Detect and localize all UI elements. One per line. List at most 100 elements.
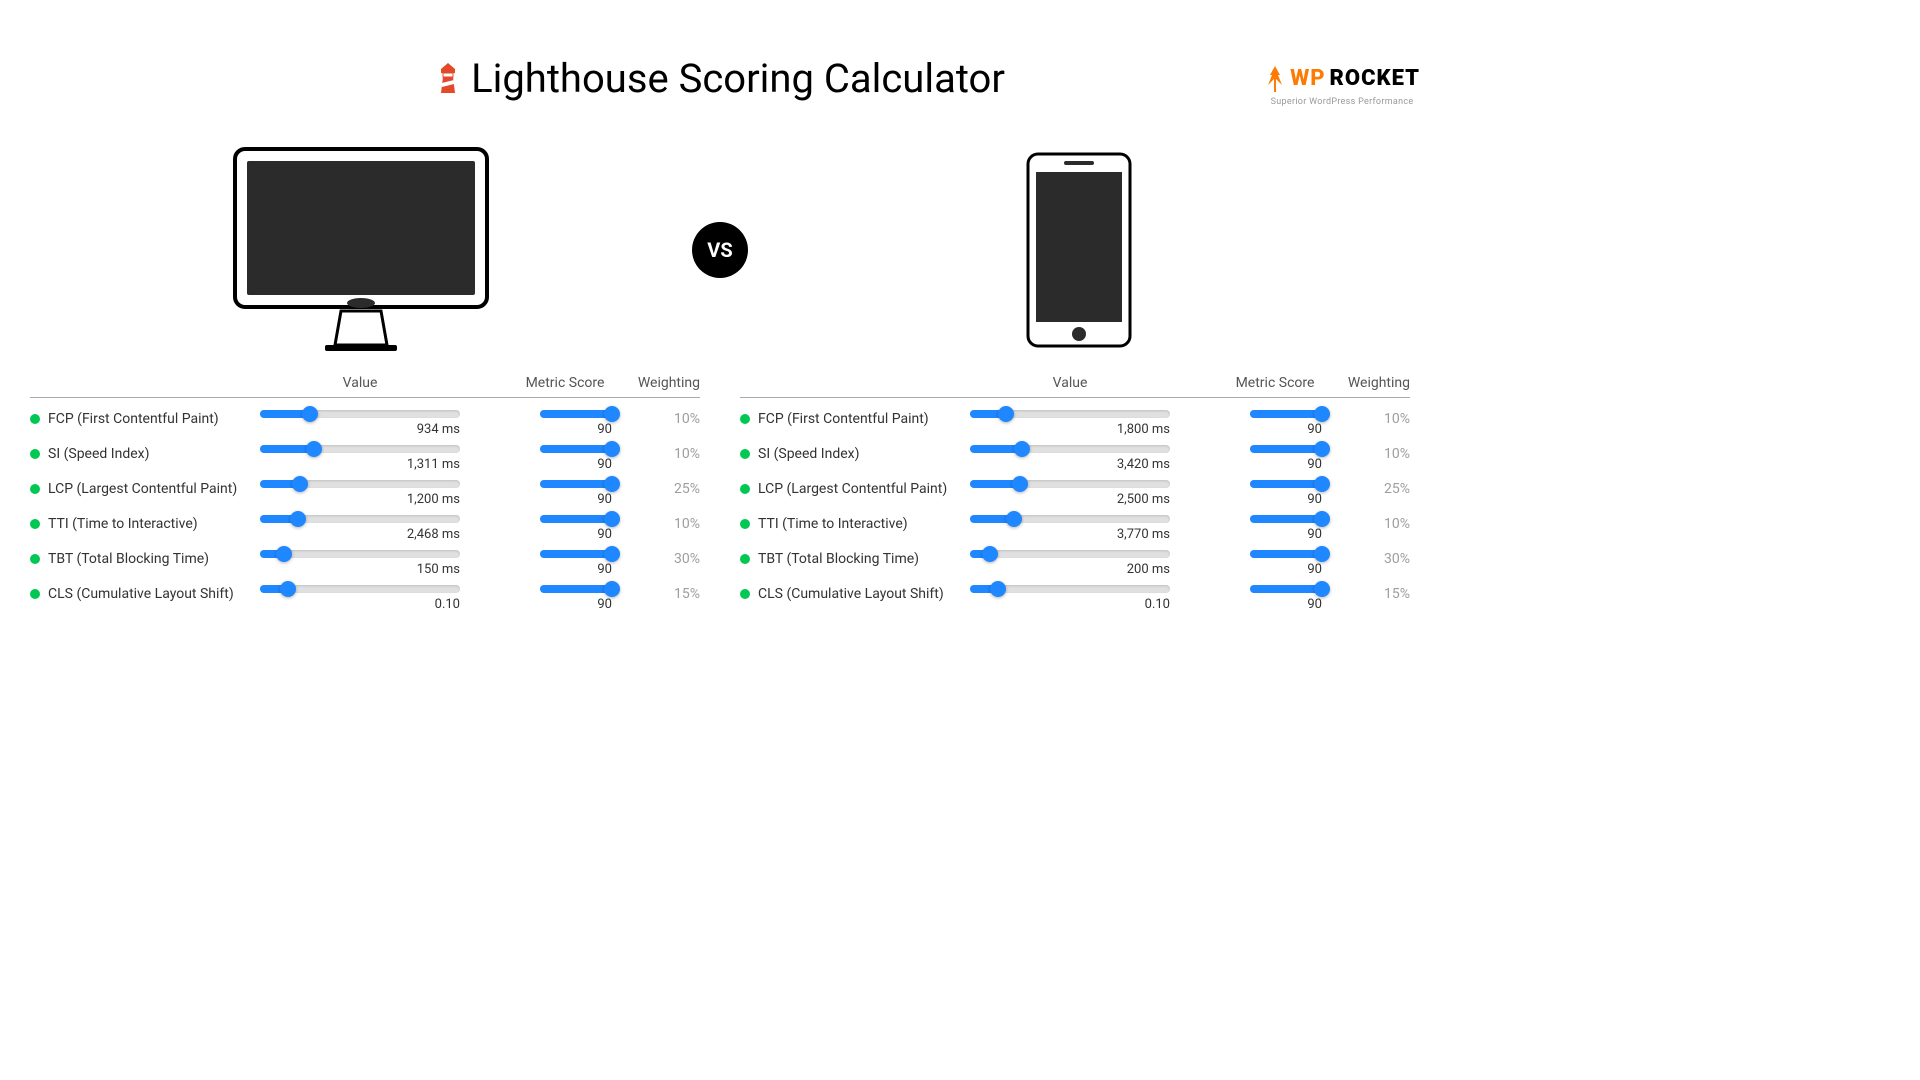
status-dot <box>740 519 750 529</box>
value-slider[interactable] <box>260 585 460 593</box>
metric-name: SI (Speed Index) <box>48 445 260 462</box>
metric-value: 150 ms <box>260 562 460 577</box>
value-slider[interactable] <box>970 445 1170 453</box>
score-slider[interactable] <box>540 585 620 593</box>
metric-weight: 10% <box>1330 445 1410 462</box>
metric-row: TBT (Total Blocking Time)150 ms 9030% <box>30 544 700 579</box>
metric-value: 2,468 ms <box>260 527 460 542</box>
metric-score: 90 <box>510 562 620 577</box>
metric-value: 934 ms <box>260 422 460 437</box>
metric-score: 90 <box>1220 562 1330 577</box>
metric-score: 90 <box>1220 597 1330 612</box>
metric-value: 1,200 ms <box>260 492 460 507</box>
metric-score: 90 <box>510 492 620 507</box>
metric-value: 0.10 <box>970 597 1170 612</box>
value-slider[interactable] <box>260 480 460 488</box>
score-slider[interactable] <box>1250 550 1330 558</box>
header-value: Value <box>260 375 460 391</box>
metric-value: 1,311 ms <box>260 457 460 472</box>
status-dot <box>30 414 40 424</box>
metric-score: 90 <box>510 422 620 437</box>
mobile-panel: Value Metric Score Weighting FCP (First … <box>740 375 1410 614</box>
metric-weight: 10% <box>620 445 700 462</box>
metric-score: 90 <box>1220 492 1330 507</box>
metric-row: SI (Speed Index)1,311 ms 9010% <box>30 439 700 474</box>
status-dot <box>30 589 40 599</box>
vs-badge: VS <box>692 222 748 278</box>
metric-weight: 30% <box>1330 550 1410 567</box>
metric-weight: 15% <box>620 585 700 602</box>
metric-weight: 10% <box>620 410 700 427</box>
value-slider[interactable] <box>970 585 1170 593</box>
score-slider[interactable] <box>540 410 620 418</box>
status-dot <box>740 449 750 459</box>
desktop-panel: Value Metric Score Weighting FCP (First … <box>30 375 700 614</box>
metric-name: LCP (Largest Contentful Paint) <box>48 480 260 497</box>
rocket-icon <box>1264 65 1286 97</box>
score-slider[interactable] <box>540 480 620 488</box>
metric-row: TTI (Time to Interactive)3,770 ms9010% <box>740 509 1410 544</box>
value-slider[interactable] <box>970 410 1170 418</box>
metric-name: TTI (Time to Interactive) <box>758 515 970 532</box>
score-slider[interactable] <box>540 445 620 453</box>
metric-weight: 15% <box>1330 585 1410 602</box>
metric-value: 0.10 <box>260 597 460 612</box>
score-slider[interactable] <box>540 550 620 558</box>
metric-weight: 25% <box>620 480 700 497</box>
score-slider[interactable] <box>540 515 620 523</box>
status-dot <box>30 554 40 564</box>
table-header: Value Metric Score Weighting <box>740 375 1410 397</box>
metric-row: CLS (Cumulative Layout Shift)0.10 9015% <box>30 579 700 614</box>
header-weight: Weighting <box>1330 375 1410 391</box>
metric-score: 90 <box>1220 527 1330 542</box>
header-weight: Weighting <box>620 375 700 391</box>
metric-name: SI (Speed Index) <box>758 445 970 462</box>
value-slider[interactable] <box>260 410 460 418</box>
metric-score: 90 <box>510 457 620 472</box>
metric-row: FCP (First Contentful Paint)1,800 ms9010… <box>740 404 1410 439</box>
metric-row: TTI (Time to Interactive)2,468 ms 9010% <box>30 509 700 544</box>
metric-weight: 10% <box>1330 410 1410 427</box>
status-dot <box>740 554 750 564</box>
metric-name: CLS (Cumulative Layout Shift) <box>48 585 260 602</box>
header-value: Value <box>970 375 1170 391</box>
brand-name: ROCKET <box>1330 66 1420 91</box>
mobile-icon <box>1024 150 1134 350</box>
score-slider[interactable] <box>1250 585 1330 593</box>
header-score: Metric Score <box>1220 375 1330 391</box>
status-dot <box>740 589 750 599</box>
metric-name: TTI (Time to Interactive) <box>48 515 260 532</box>
table-header: Value Metric Score Weighting <box>30 375 700 397</box>
metric-weight: 30% <box>620 550 700 567</box>
header-score: Metric Score <box>510 375 620 391</box>
metric-row: SI (Speed Index)3,420 ms9010% <box>740 439 1410 474</box>
status-dot <box>30 519 40 529</box>
metric-row: LCP (Largest Contentful Paint)2,500 ms 90… <box>740 474 1410 509</box>
score-slider[interactable] <box>1250 410 1330 418</box>
metric-weight: 10% <box>620 515 700 532</box>
value-slider[interactable] <box>260 445 460 453</box>
metric-score: 90 <box>510 527 620 542</box>
metric-name: LCP (Largest Contentful Paint) <box>758 480 970 497</box>
score-slider[interactable] <box>1250 480 1330 488</box>
metric-value: 2,500 ms <box>970 492 1170 507</box>
metric-name: FCP (First Contentful Paint) <box>48 410 260 427</box>
metric-row: CLS (Cumulative Layout Shift)0.10 9015% <box>740 579 1410 614</box>
value-slider[interactable] <box>970 515 1170 523</box>
value-slider[interactable] <box>260 550 460 558</box>
metric-name: TBT (Total Blocking Time) <box>48 550 260 567</box>
metric-value: 1,800 ms <box>970 422 1170 437</box>
metric-name: CLS (Cumulative Layout Shift) <box>758 585 970 602</box>
value-slider[interactable] <box>970 480 1170 488</box>
metric-value: 200 ms <box>970 562 1170 577</box>
score-slider[interactable] <box>1250 445 1330 453</box>
metric-name: FCP (First Contentful Paint) <box>758 410 970 427</box>
status-dot <box>30 484 40 494</box>
metric-value: 3,420 ms <box>970 457 1170 472</box>
status-dot <box>30 449 40 459</box>
metric-score: 90 <box>510 597 620 612</box>
value-slider[interactable] <box>260 515 460 523</box>
score-slider[interactable] <box>1250 515 1330 523</box>
status-dot <box>740 414 750 424</box>
value-slider[interactable] <box>970 550 1170 558</box>
